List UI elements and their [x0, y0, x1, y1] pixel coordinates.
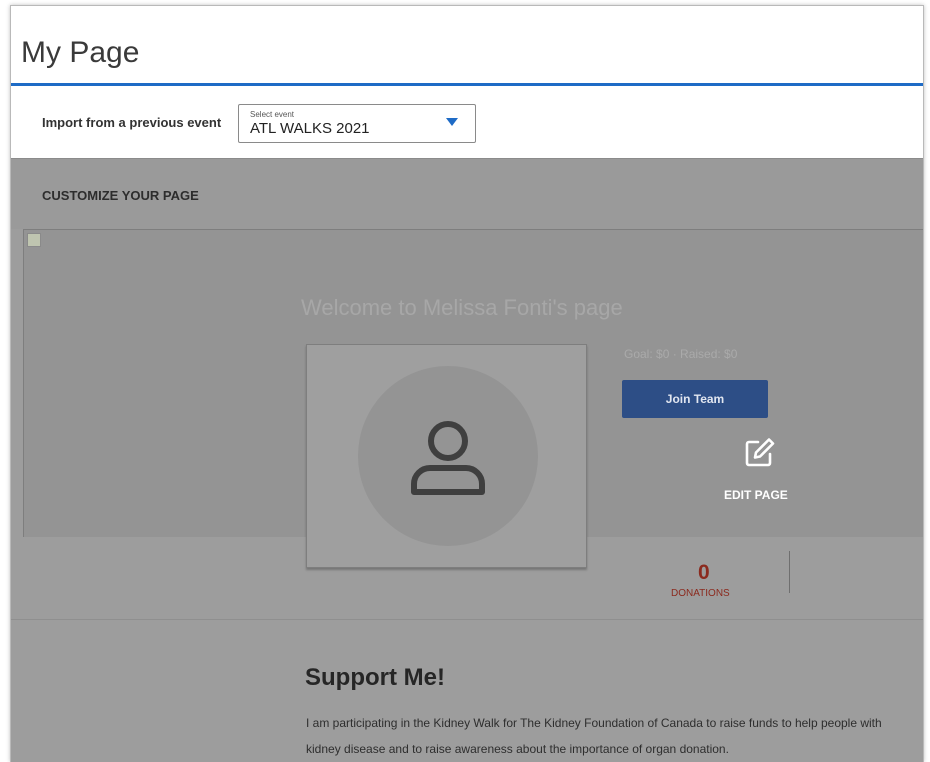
dropdown-caret-icon[interactable]	[446, 118, 458, 126]
join-team-button[interactable]: Join Team	[622, 380, 768, 418]
customize-label: CUSTOMIZE YOUR PAGE	[42, 188, 199, 203]
event-select-caption: Select event	[250, 110, 295, 119]
page-title: My Page	[21, 36, 140, 69]
event-select[interactable]: Select event ATL WALKS 2021	[238, 104, 476, 143]
support-title: Support Me!	[305, 664, 445, 691]
donations-count: 0	[698, 561, 710, 584]
edit-page-label[interactable]: EDIT PAGE	[724, 488, 788, 502]
user-avatar-icon	[411, 421, 485, 495]
banner-subline: Goal: $0 · Raised: $0	[624, 347, 738, 361]
stats-divider	[789, 551, 790, 593]
donations-label: DONATIONS	[671, 588, 730, 599]
page-frame: My Page Import from a previous event Sel…	[10, 5, 924, 762]
edit-icon[interactable]	[742, 436, 776, 470]
welcome-heading: Welcome to Melissa Fonti's page	[301, 295, 623, 320]
event-select-value: ATL WALKS 2021	[250, 120, 370, 137]
broken-image-icon	[27, 233, 41, 247]
support-text: I am participating in the Kidney Walk fo…	[306, 716, 882, 756]
import-label: Import from a previous event	[42, 115, 222, 130]
